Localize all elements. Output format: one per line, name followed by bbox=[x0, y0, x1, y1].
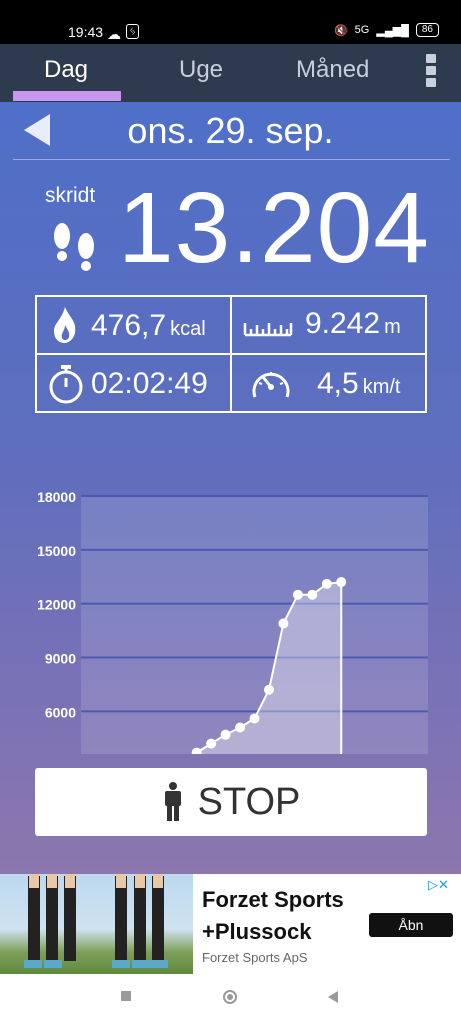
y-tick-label: 12000 bbox=[37, 597, 76, 613]
data-point bbox=[307, 589, 318, 600]
ad-brand: Forzet Sports ApS bbox=[202, 950, 308, 965]
calories-number: 476,7 bbox=[91, 309, 167, 342]
data-point bbox=[206, 738, 217, 749]
signal-icon: ▂▄▆█ bbox=[376, 24, 409, 37]
divider bbox=[13, 159, 450, 160]
ad-image[interactable] bbox=[0, 874, 193, 974]
ad-open-button[interactable]: Åbn bbox=[369, 913, 453, 937]
battery-icon: 86 bbox=[415, 23, 439, 37]
data-point bbox=[278, 618, 289, 629]
system-nav-bar bbox=[0, 974, 461, 1024]
notification-icon: ᛃ bbox=[126, 24, 140, 39]
y-tick-label: 18000 bbox=[37, 489, 76, 505]
data-point bbox=[336, 577, 347, 588]
calories-unit: kcal bbox=[170, 318, 206, 340]
data-point bbox=[321, 578, 332, 589]
speed-value: 4,5 km/t bbox=[317, 367, 401, 401]
divider bbox=[37, 353, 425, 355]
person-icon bbox=[164, 782, 181, 821]
y-tick-label: 6000 bbox=[45, 704, 76, 720]
speed-number: 4,5 bbox=[317, 367, 359, 400]
tab-week[interactable]: Uge bbox=[179, 56, 223, 84]
stop-button[interactable]: STOP bbox=[35, 768, 427, 836]
date-title: ons. 29. sep. bbox=[127, 110, 334, 151]
speed-unit: km/t bbox=[362, 376, 401, 398]
stopwatch-icon bbox=[49, 365, 83, 404]
status-right: 🔇 5G ▂▄▆█ 86 bbox=[334, 23, 439, 37]
cloud-icon: ☁ bbox=[107, 26, 121, 42]
stats-grid: 476,7 kcal 9.242 m 02:02:49 4,5 km/t bbox=[35, 295, 427, 413]
recents-icon[interactable] bbox=[120, 990, 132, 1002]
status-bar: 19:43 ☁ ᛃ 🔇 5G ▂▄▆█ 86 bbox=[0, 0, 461, 44]
steps-chart: 3000600090001200015000180002468101214161… bbox=[37, 489, 428, 754]
data-point bbox=[292, 589, 303, 600]
network-label: 5G bbox=[354, 24, 370, 36]
ad-title[interactable]: Forzet Sports +Plussock bbox=[202, 884, 382, 948]
tab-month[interactable]: Måned bbox=[296, 56, 369, 84]
tab-day[interactable]: Dag bbox=[44, 56, 88, 84]
status-time: 19:43 bbox=[68, 24, 104, 40]
flame-icon bbox=[54, 307, 76, 343]
y-tick-label: 9000 bbox=[45, 651, 76, 667]
back-nav-icon[interactable] bbox=[327, 990, 339, 1004]
y-tick-label: 15000 bbox=[37, 543, 76, 559]
data-point bbox=[235, 722, 246, 733]
data-point bbox=[249, 713, 260, 724]
active-tab-indicator bbox=[13, 91, 121, 101]
steps-count: 13.204 bbox=[118, 172, 430, 284]
ad-choices-icon[interactable]: ▷✕ bbox=[428, 877, 449, 893]
mute-icon: 🔇 bbox=[333, 24, 348, 37]
footprints-icon bbox=[54, 223, 94, 271]
ruler-icon bbox=[243, 323, 293, 337]
calories-value: 476,7 kcal bbox=[91, 309, 206, 343]
distance-value: 9.242 m bbox=[305, 307, 401, 341]
home-icon[interactable] bbox=[222, 989, 238, 1005]
overflow-menu-icon[interactable] bbox=[426, 54, 438, 90]
steps-label: skridt bbox=[45, 184, 96, 207]
data-point bbox=[263, 684, 274, 695]
main-content: ons. 29. sep. skridt 13.204 476,7 kcal 9.… bbox=[0, 102, 461, 874]
data-point bbox=[220, 729, 231, 740]
ad-banner[interactable]: Forzet Sports +Plussock Forzet Sports Ap… bbox=[0, 874, 461, 974]
duration-value: 02:02:49 bbox=[91, 367, 208, 400]
distance-unit: m bbox=[384, 316, 401, 338]
distance-number: 9.242 bbox=[305, 307, 381, 340]
stop-button-label: STOP bbox=[197, 780, 301, 823]
speedometer-icon bbox=[252, 372, 290, 398]
tab-bar: Dag Uge Måned bbox=[0, 44, 461, 102]
